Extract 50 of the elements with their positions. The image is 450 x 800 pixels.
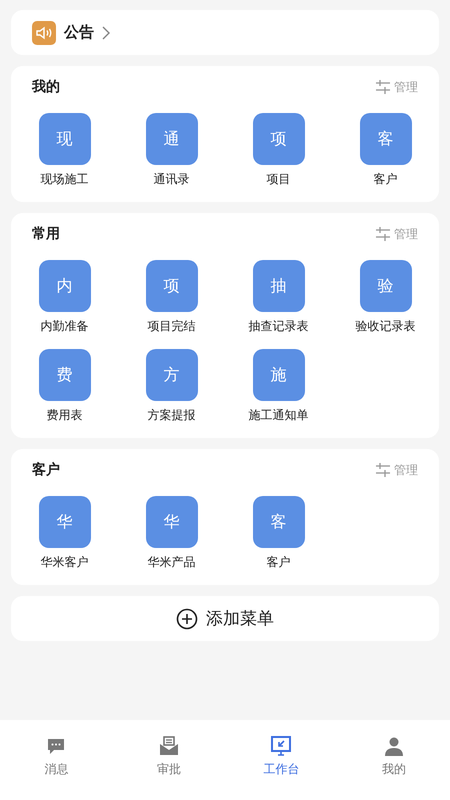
app-tile[interactable]: 费 [38,349,90,401]
section-title: 客户 [32,461,60,479]
envelope-icon [158,735,180,757]
plus-circle-icon [176,608,198,630]
section-title: 我的 [32,78,60,96]
app-label: 通讯录 [154,171,190,188]
app-tile[interactable]: 客 [252,496,304,548]
manage-button[interactable]: 管理 [375,462,418,478]
app-label: 客户 [266,554,290,571]
sliders-icon [375,462,391,478]
sliders-icon [375,79,391,95]
app-label: 费用表 [46,407,82,424]
app-label: 方案提报 [148,407,196,424]
app-label: 现场施工 [40,171,88,188]
tab-button[interactable]: 工作台 [225,735,338,778]
sliders-icon [375,226,391,242]
app-tile[interactable]: 方 [146,349,198,401]
app-label: 施工通知单 [248,407,308,424]
app-tile[interactable]: 现 [38,113,90,165]
tab-button[interactable]: 消息 [0,735,112,778]
app-tile[interactable]: 验 [360,260,412,312]
app-label: 验收记录表 [356,318,416,335]
app-label: 项目完结 [148,318,196,335]
speaker-icon [32,20,56,44]
app-label: 内勤准备 [40,318,88,335]
app-tile[interactable]: 华 [38,496,90,548]
add-menu-button[interactable]: 添加菜单 [11,596,439,641]
notice-card[interactable]: 公告 [11,10,439,55]
app-label: 抽查记录表 [248,318,308,335]
monitor-icon [270,735,292,757]
app-label: 项目 [266,171,290,188]
person-icon [382,735,405,757]
manage-button[interactable]: 管理 [375,226,418,242]
tab-button[interactable]: 我的 [338,735,450,778]
app-tile[interactable]: 内 [38,260,90,312]
app-tile[interactable]: 客 [360,113,412,165]
app-tile[interactable]: 抽 [252,260,304,312]
app-tile[interactable]: 项 [252,113,304,165]
chevron-icon [102,26,110,40]
notice-title: 公告 [64,23,94,42]
manage-button[interactable]: 管理 [375,78,418,96]
app-tile[interactable]: 项 [146,260,198,312]
app-label: 华米客户 [40,554,88,571]
app-label: 客户 [374,171,398,188]
app-tile[interactable]: 华 [146,496,198,548]
app-label: 华米产品 [148,554,196,571]
section-title: 常用 [32,225,60,243]
app-tile[interactable]: 通 [146,113,198,165]
app-tile[interactable]: 施 [252,349,304,401]
tab-button[interactable]: 审批 [112,735,225,778]
